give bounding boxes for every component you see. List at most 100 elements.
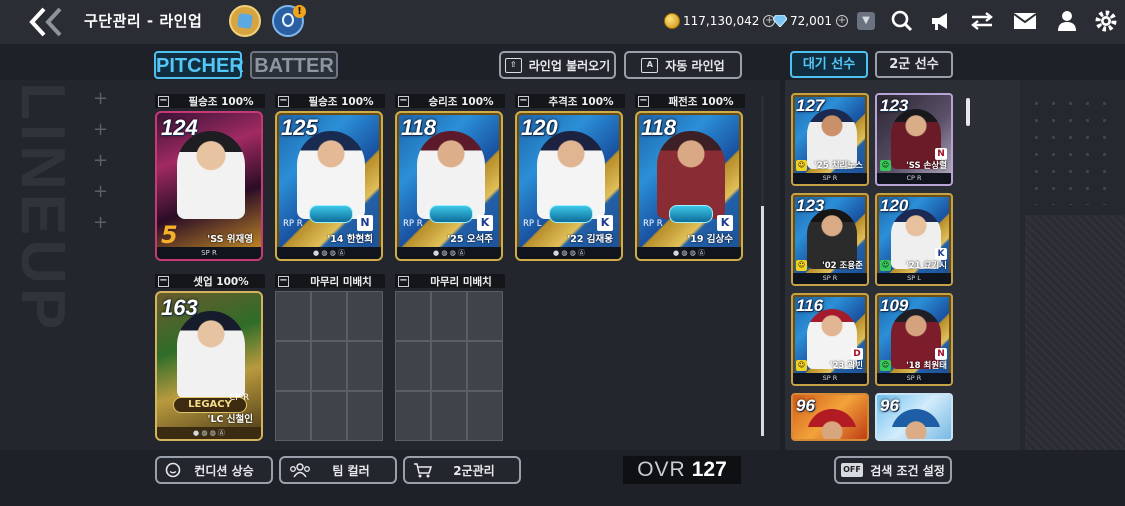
dropdown-icon[interactable]: ▼ [857, 12, 875, 30]
tab-pitcher[interactable]: PITCHER [154, 51, 244, 79]
tab-waiting-players[interactable]: 대기 선수 [790, 51, 868, 78]
condition-boost-label: 컨디션 상승 [194, 463, 254, 478]
player-position: RP L [523, 219, 542, 229]
remove-icon[interactable]: − [158, 95, 169, 107]
swap-icon[interactable] [970, 9, 994, 33]
bench-card[interactable]: 123 ☺ N 'SS 손상렬 CP R [875, 93, 953, 186]
slot-header: − 승리조 100% [395, 94, 505, 108]
add-diamond-button[interactable]: + [836, 15, 848, 27]
card-footer: SP R [793, 273, 867, 284]
slot-chase[interactable]: − 추격조 100% 120 RP L K '22 김재웅 ● ◍ ◍ Ⓐ [515, 94, 625, 261]
condition-icon: ☺ [880, 360, 891, 371]
card-footer: ● ◍ ◍ Ⓐ [517, 247, 621, 259]
card-footer: ● ◍ ◍ Ⓐ [637, 247, 741, 259]
hatch-pattern [1025, 215, 1125, 450]
auto-icon: A [641, 57, 659, 73]
slot-closer-2[interactable]: − 마무리 미배치 [394, 274, 505, 441]
slot-setup-main[interactable]: − 셋업 100% 163 LEGACY CP R 'LC 신철인 ● ◍ ◍ … [155, 274, 265, 441]
player-name: '18 최원태 [906, 361, 947, 371]
back-arrow-icon[interactable] [26, 5, 70, 39]
mail-icon[interactable] [1013, 9, 1037, 33]
remove-icon[interactable]: − [518, 95, 529, 107]
condition-icon: ☺ [796, 160, 807, 171]
filter-toggle[interactable]: OFF [841, 463, 863, 477]
player-name: '25 치리노스 [814, 161, 863, 171]
decorative-crosses: + + + + + [93, 88, 109, 233]
folder-icon: ⇧ [504, 57, 522, 73]
player-portrait [177, 131, 245, 219]
tab-batter[interactable]: BATTER [250, 51, 338, 79]
slot-setup-2[interactable]: − 필승조 100% 125 RP R N '14 한현희 ● ◍ ◍ Ⓐ [275, 94, 385, 261]
player-card[interactable]: 118 RP R K '25 오석주 ● ◍ ◍ Ⓐ [395, 111, 503, 261]
remove-icon[interactable]: − [398, 95, 409, 107]
empty-slot[interactable] [394, 290, 503, 441]
player-name: '22 김재웅 [567, 234, 613, 245]
club-menu-icon[interactable] [229, 5, 261, 37]
player-position: CP R [229, 393, 249, 403]
top-bar: 구단관리 - 라인업 ! 117,130,042 + 72,001 + ▼ [0, 0, 1125, 44]
bench-card[interactable]: 120 ☺ K '21 요키시 SP L [875, 193, 953, 286]
player-card[interactable]: 118 RP R K '19 김상수 ● ◍ ◍ Ⓐ [635, 111, 743, 261]
notification-icon[interactable]: ! [272, 5, 306, 37]
card-footer: SP L [877, 273, 951, 284]
bench-card[interactable]: 116 ☺ D '23 곽빈 SP R [791, 293, 869, 386]
load-lineup-button[interactable]: ⇧ 라인업 불러오기 [499, 51, 616, 79]
slot-lose[interactable]: − 패전조 100% 118 RP R K '19 김상수 ● ◍ ◍ Ⓐ [635, 94, 745, 261]
remove-icon[interactable]: − [638, 95, 649, 107]
player-name: 'LC 신철인 [207, 414, 253, 425]
tab-second-team[interactable]: 2군 선수 [875, 51, 953, 78]
player-position: RP R [283, 219, 303, 229]
player-card[interactable]: 120 RP L K '22 김재웅 ● ◍ ◍ Ⓐ [515, 111, 623, 261]
team-color-button[interactable]: 팀 컬러 [279, 456, 397, 484]
team-emblem [549, 205, 593, 223]
player-position: RP R [403, 219, 423, 229]
player-name: '19 김상수 [687, 234, 733, 245]
auto-lineup-button[interactable]: A 자동 라인업 [624, 51, 742, 79]
team-badge: K [477, 215, 493, 231]
bench-scrollbar[interactable] [966, 98, 970, 126]
condition-icon: ☺ [796, 360, 807, 371]
megaphone-icon[interactable] [929, 9, 953, 33]
bench-card[interactable]: 109 ☺ N '18 최원태 SP R [875, 293, 953, 386]
player-name: 'SS 손상렬 [906, 161, 947, 171]
player-card[interactable]: 125 RP R N '14 한현희 ● ◍ ◍ Ⓐ [275, 111, 383, 261]
search-filter-label: 검색 조건 설정 [870, 463, 945, 478]
card-footer: CP R [877, 173, 951, 184]
remove-icon[interactable]: − [278, 95, 289, 107]
condition-icon: ☺ [796, 260, 807, 271]
gold-amount: 117,130,042 [683, 14, 760, 28]
player-card[interactable]: 124 5 'SS 위재영 SP R [155, 111, 263, 261]
slot-setup-1[interactable]: − 필승조 100% 124 5 'SS 위재영 SP R [155, 94, 265, 261]
player-portrait [177, 311, 245, 399]
settings-gear-icon[interactable] [1094, 9, 1118, 33]
empty-slot[interactable] [274, 290, 383, 441]
card-footer: SP R [877, 373, 951, 384]
slot-closer-1[interactable]: − 마무리 미배치 [274, 274, 385, 441]
condition-boost-button[interactable]: 컨디션 상승 [155, 456, 273, 484]
bench-card[interactable]: 127 ☺ '25 치리노스 SP R [791, 93, 869, 186]
slot-header: − 추격조 100% [515, 94, 625, 108]
team-emblem [309, 205, 353, 223]
player-card[interactable]: 163 LEGACY CP R 'LC 신철인 ● ◍ ◍ Ⓐ [155, 291, 263, 441]
bench-card[interactable]: 123 ☺ '02 조용준 SP R [791, 193, 869, 286]
search-filter-button[interactable]: OFF 검색 조건 설정 [834, 456, 952, 484]
card-footer: ● ◍ ◍ Ⓐ [277, 247, 381, 259]
player-name: '14 한현희 [327, 234, 373, 245]
search-icon[interactable] [890, 9, 914, 33]
lineup-scrollbar-thumb[interactable] [761, 206, 764, 436]
remove-icon[interactable]: − [158, 275, 169, 287]
bench-card[interactable]: 96 [791, 393, 869, 441]
slot-win[interactable]: − 승리조 100% 118 RP R K '25 오석주 ● ◍ ◍ Ⓐ [395, 94, 505, 261]
card-ovr: 96 [796, 396, 815, 415]
remove-icon[interactable]: − [398, 275, 409, 287]
player-name: '25 오석주 [447, 234, 493, 245]
second-team-manage-button[interactable]: 2군관리 [403, 456, 521, 484]
slot-header: − 필승조 100% [155, 94, 265, 108]
slot-header: − 셋업 100% [155, 274, 265, 288]
card-footer: ● ◍ ◍ Ⓐ [397, 247, 501, 259]
profile-icon[interactable] [1055, 9, 1079, 33]
team-badge: N [357, 215, 373, 231]
card-footer: SP R [793, 173, 867, 184]
remove-icon[interactable]: − [278, 275, 289, 287]
bench-card[interactable]: 96 [875, 393, 953, 441]
